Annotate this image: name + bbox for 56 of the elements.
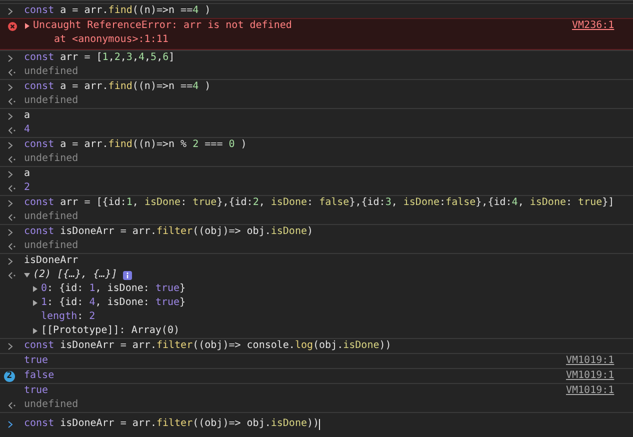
chevron-icon: [8, 54, 13, 62]
chevron-icon: [8, 84, 13, 90]
return-arrow-icon: [8, 214, 16, 220]
code-line: const isDoneArr = arr.filter((obj)=> obj.isDone): [24, 225, 314, 239]
code-line: const a = arr.find((n)=>n ==4 ): [24, 4, 211, 18]
result-value: undefined: [24, 239, 78, 253]
chevron-icon: [8, 420, 13, 428]
stack-trace: at <anonymous>:1:11: [53, 33, 170, 47]
result-value: undefined: [24, 398, 78, 412]
chevron-icon: [8, 8, 13, 14]
source-link[interactable]: VM236:1: [572, 19, 614, 33]
code-line: a: [24, 167, 30, 181]
return-arrow-icon: [8, 98, 16, 104]
return-arrow-icon: [8, 126, 16, 134]
code-line: isDoneArr: [24, 254, 78, 268]
chevron-icon: [8, 170, 13, 178]
source-link[interactable]: VM1019:1: [566, 384, 614, 398]
console-input[interactable]: const isDoneArr = arr.filter((obj)=> obj.isDone)): [24, 417, 320, 431]
chevron-icon: [8, 200, 13, 206]
log-value: false: [24, 369, 54, 383]
result-value: 2: [24, 181, 30, 195]
code-line: const arr = [1,2,3,4,5,6]: [24, 51, 175, 65]
return-arrow-icon: [8, 184, 16, 192]
error-icon: [8, 22, 17, 30]
error-message: Uncaught ReferenceError: arr is not defined: [33, 19, 292, 33]
log-value: true: [24, 384, 48, 398]
info-icon: [123, 270, 132, 280]
code-line: const arr = [{id:1, isDone: true},{id:2, isDone: false},{id:3, isDone:false},{id:4, isDone: true}]: [24, 196, 614, 210]
result-value: 4: [24, 123, 30, 137]
array-summary[interactable]: (2) [{…}, {…}]: [33, 268, 118, 282]
log-value: true: [24, 354, 48, 368]
property-line: [[Prototype]]: Array(0): [41, 324, 180, 338]
property-line: 0: {id: 1, isDone: true}: [41, 282, 186, 296]
chevron-icon: [8, 258, 13, 264]
property-line: 1: {id: 4, isDone: true}: [41, 296, 186, 310]
code-line: const a = arr.find((n)=>n % 2 === 0 ): [24, 138, 247, 152]
result-value: undefined: [24, 94, 78, 108]
chevron-icon: [8, 112, 13, 120]
return-arrow-icon: [8, 242, 16, 250]
code-line: const isDoneArr = arr.filter((obj)=> console.log(obj.isDone)): [24, 339, 392, 353]
return-arrow-icon: [8, 272, 16, 278]
property-line: length: 2: [41, 310, 96, 324]
code-line: const a = arr.find((n)=>n ==4 ): [24, 80, 211, 94]
chevron-icon: [8, 342, 13, 350]
return-arrow-icon: [8, 402, 16, 408]
source-link[interactable]: VM1019:1: [566, 354, 614, 368]
repeat-count-badge: 2: [4, 371, 15, 382]
return-arrow-icon: [8, 68, 16, 76]
source-link[interactable]: VM1019:1: [566, 369, 614, 383]
result-value: undefined: [24, 65, 78, 79]
code-line: a: [24, 109, 30, 123]
result-value: undefined: [24, 210, 78, 224]
chevron-icon: [8, 142, 13, 148]
return-arrow-icon: [8, 156, 16, 162]
result-value: undefined: [24, 152, 78, 166]
chevron-icon: [8, 228, 13, 236]
